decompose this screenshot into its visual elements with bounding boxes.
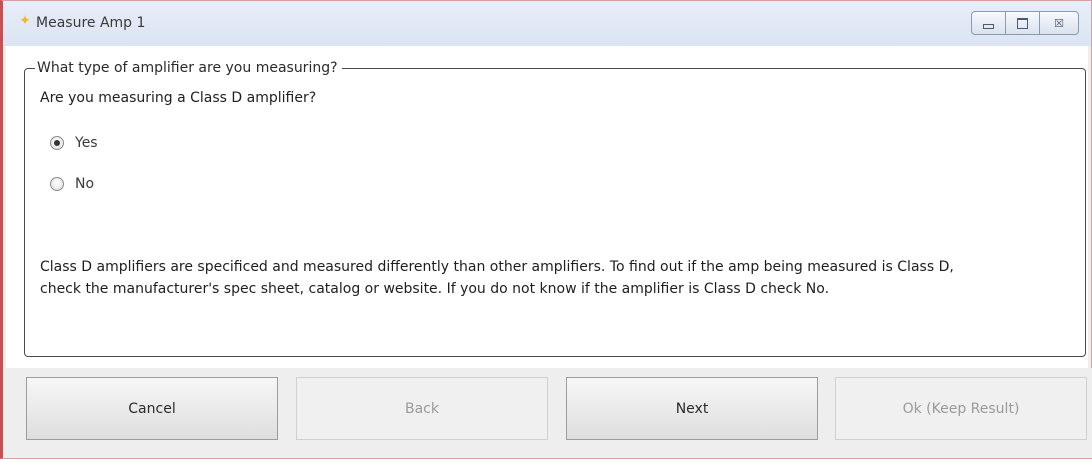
back-button[interactable]: Back — [296, 377, 548, 440]
group-legend: What type of amplifier are you measuring… — [35, 59, 342, 77]
radio-no-label: No — [75, 176, 95, 192]
amplifier-type-group: What type of amplifier are you measuring… — [24, 59, 1086, 357]
class-d-question: Are you measuring a Class D amplifier? — [40, 90, 317, 106]
button-bar: Cancel Back Next Ok (Keep Result) — [6, 368, 1092, 458]
maximize-button[interactable] — [1006, 12, 1040, 34]
minimize-icon — [983, 23, 994, 29]
window-title: Measure Amp 1 — [36, 15, 146, 31]
radio-yes-label: Yes — [75, 135, 98, 151]
dialog-window: ✦ Measure Amp 1 ☒ What type of amplifier… — [0, 0, 1092, 459]
window-controls: ☒ — [971, 11, 1079, 35]
radio-no[interactable]: No — [50, 176, 94, 192]
info-line-1: Class D amplifiers are specificed and me… — [40, 259, 954, 275]
radio-no-button[interactable] — [50, 177, 64, 191]
cancel-button[interactable]: Cancel — [26, 377, 278, 440]
minimize-button[interactable] — [972, 12, 1006, 34]
radio-selected-dot — [54, 140, 60, 146]
radio-yes[interactable]: Yes — [50, 135, 98, 151]
close-button[interactable]: ☒ — [1040, 12, 1078, 34]
radio-yes-button[interactable] — [50, 136, 64, 150]
content-area: What type of amplifier are you measuring… — [6, 46, 1088, 368]
maximize-icon — [1017, 17, 1028, 29]
ok-keep-result-button[interactable]: Ok (Keep Result) — [835, 377, 1087, 440]
close-icon: ☒ — [1054, 16, 1064, 30]
info-line-2: check the manufacturer's spec sheet, cat… — [40, 281, 830, 297]
app-spark-icon: ✦ — [19, 13, 31, 29]
class-d-info-text: Class D amplifiers are specificed and me… — [40, 256, 1080, 300]
title-bar[interactable]: ✦ Measure Amp 1 ☒ — [3, 1, 1091, 46]
next-button[interactable]: Next — [566, 377, 818, 440]
